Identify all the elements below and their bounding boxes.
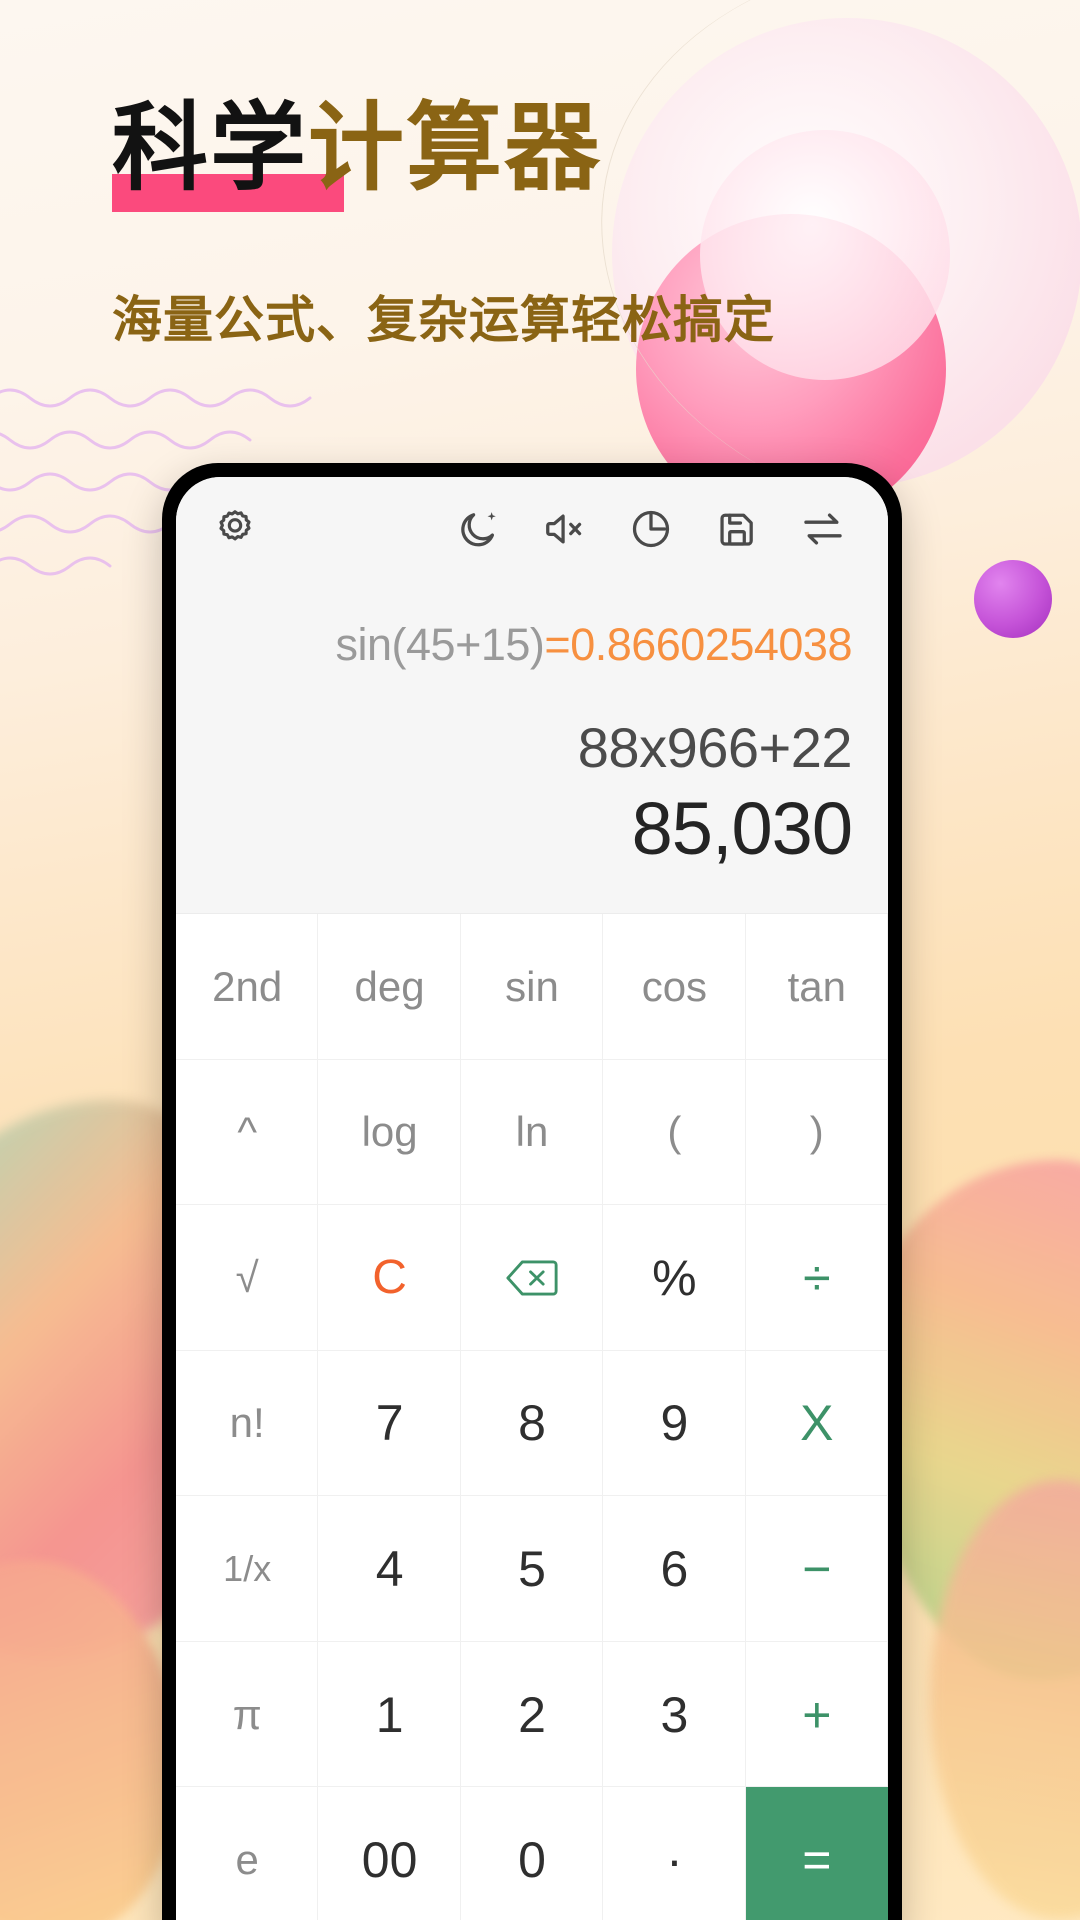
swap-arrows-icon[interactable]	[794, 500, 852, 558]
key-label: 1	[375, 1686, 404, 1743]
key-decimal[interactable]: ·	[603, 1787, 746, 1920]
key-label: 6	[660, 1541, 689, 1598]
key-e[interactable]: e	[176, 1787, 319, 1920]
history-result: 0.8660254038	[570, 619, 852, 670]
key-minus[interactable]: −	[745, 1496, 888, 1642]
key-2nd[interactable]: 2nd	[176, 914, 319, 1060]
key-sin[interactable]: sin	[460, 914, 604, 1060]
key-label: 4	[375, 1541, 404, 1598]
speaker-mute-icon[interactable]	[536, 500, 594, 558]
key-tan[interactable]: tan	[745, 914, 888, 1060]
key-ln[interactable]: ln	[460, 1059, 604, 1206]
key-label: ^	[237, 1108, 258, 1156]
key-3[interactable]: 3	[603, 1641, 746, 1788]
key-label: 00	[361, 1832, 418, 1889]
key-percent[interactable]: %	[603, 1205, 746, 1351]
key-backspace[interactable]	[460, 1205, 604, 1351]
key-label: )	[809, 1108, 824, 1156]
display-history-line: sin(45+15)=0.8660254038	[212, 619, 853, 671]
key-double-zero[interactable]: 00	[318, 1787, 461, 1920]
history-expression: sin(45+15)	[335, 619, 545, 670]
key-deg[interactable]: deg	[318, 914, 461, 1060]
gear-icon[interactable]	[206, 500, 264, 558]
clock-icon[interactable]	[622, 500, 680, 558]
key-2[interactable]: 2	[460, 1641, 604, 1788]
key-label: √	[235, 1253, 259, 1301]
key-reciprocal[interactable]: 1/x	[176, 1496, 319, 1642]
key-7[interactable]: 7	[318, 1350, 461, 1497]
key-divide[interactable]: ÷	[745, 1205, 888, 1351]
current-result: 85,030	[631, 787, 853, 870]
headline-block: 科学计算器	[112, 100, 602, 212]
key-equals[interactable]: =	[745, 1787, 888, 1920]
title-part-rest: 计算器	[308, 92, 602, 204]
key-label: 8	[518, 1395, 546, 1452]
page-subtitle: 海量公式、复杂运算轻松搞定	[112, 290, 775, 349]
key-label: +	[802, 1686, 832, 1743]
key-4[interactable]: 4	[318, 1496, 461, 1642]
key-label: π	[232, 1690, 262, 1738]
key-label: ·	[666, 1832, 683, 1889]
key-0[interactable]: 0	[460, 1787, 604, 1920]
app-toolbar	[176, 477, 888, 581]
key-label: 3	[660, 1686, 689, 1743]
decor-dot-purple	[974, 560, 1052, 638]
key-label: 5	[518, 1541, 546, 1598]
backspace-icon	[506, 1260, 558, 1296]
key-label: =	[802, 1832, 832, 1889]
key-label: ln	[515, 1108, 549, 1156]
key-label: X	[800, 1395, 834, 1452]
key-label: %	[652, 1249, 697, 1306]
key-label: log	[361, 1108, 418, 1156]
key-label: deg	[354, 962, 425, 1010]
key-label: 9	[660, 1395, 689, 1452]
key-label: sin	[505, 962, 559, 1010]
key-label: ÷	[803, 1249, 831, 1306]
history-equals: =	[544, 619, 571, 670]
moon-icon[interactable]	[450, 500, 508, 558]
phone-mockup: sin(45+15)=0.8660254038 88x966+22 85,030…	[162, 463, 902, 1920]
key-power[interactable]: ^	[176, 1059, 319, 1206]
calculator-keypad: 2nd deg sin cos tan ^ log ln () √ C% ÷ n! 7 8 9 X 1/x 4 5 6 −…	[176, 913, 888, 1920]
key-label: 0	[518, 1832, 546, 1889]
key-5[interactable]: 5	[460, 1496, 604, 1642]
key-label: (	[667, 1108, 682, 1156]
save-icon[interactable]	[708, 500, 766, 558]
key-paren-open[interactable]: (	[603, 1059, 746, 1206]
key-multiply[interactable]: X	[745, 1350, 888, 1497]
key-clear[interactable]: C	[318, 1205, 461, 1351]
key-sqrt[interactable]: √	[176, 1205, 319, 1351]
key-label: 1/x	[223, 1548, 272, 1590]
app-screen: sin(45+15)=0.8660254038 88x966+22 85,030…	[176, 477, 888, 1920]
key-label: tan	[787, 962, 846, 1010]
key-log[interactable]: log	[318, 1059, 461, 1206]
key-plus[interactable]: +	[745, 1641, 888, 1788]
key-1[interactable]: 1	[318, 1641, 461, 1788]
key-label: e	[235, 1836, 259, 1884]
key-label: −	[802, 1541, 832, 1598]
poster-canvas: 科学计算器 海量公式、复杂运算轻松搞定 sin(45+15)=0.8660254…	[0, 0, 1080, 1920]
key-label: cos	[641, 962, 708, 1010]
current-expression: 88x966+22	[577, 716, 853, 779]
key-label: 2nd	[212, 962, 283, 1010]
key-6[interactable]: 6	[603, 1496, 746, 1642]
key-label: n!	[229, 1399, 265, 1447]
calculator-display: sin(45+15)=0.8660254038 88x966+22 85,030	[176, 581, 888, 913]
key-label: 2	[518, 1686, 546, 1743]
key-label: C	[372, 1251, 407, 1305]
page-title: 科学计算器	[112, 100, 602, 212]
key-9[interactable]: 9	[603, 1350, 746, 1497]
key-pi[interactable]: π	[176, 1641, 319, 1788]
key-8[interactable]: 8	[460, 1350, 604, 1497]
key-cos[interactable]: cos	[603, 914, 746, 1060]
title-part-highlighted: 科学	[112, 92, 308, 204]
key-paren-close[interactable]: )	[745, 1059, 888, 1206]
key-factorial[interactable]: n!	[176, 1350, 319, 1497]
key-label: 7	[375, 1395, 404, 1452]
